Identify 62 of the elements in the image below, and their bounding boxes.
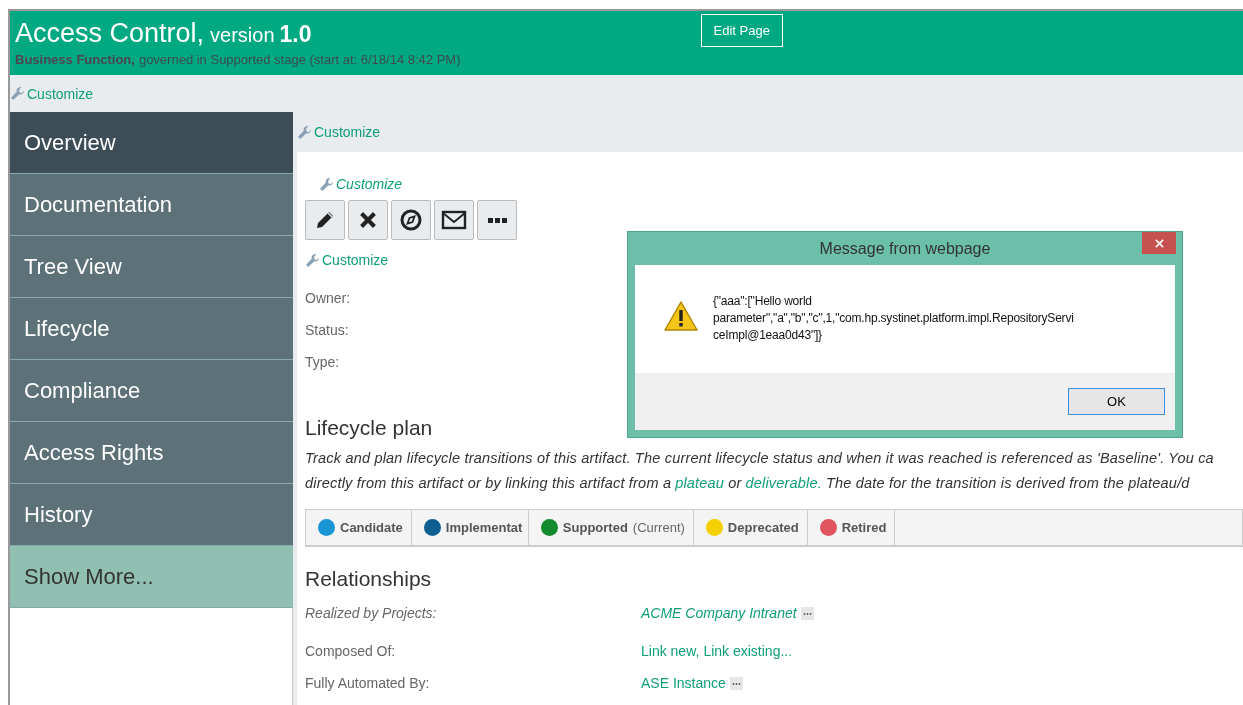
version-label: version [210, 24, 275, 46]
description-text: The date for the transition is derived from the plateau/d [826, 475, 1190, 491]
wrench-icon [305, 252, 320, 268]
stage-info: governed in Supported stage (start at: 6/18/14 8:42 PM) [138, 52, 461, 67]
more-button[interactable] [477, 200, 517, 240]
stage-note: (Current) [632, 520, 685, 535]
page-title: Access Control, [15, 18, 205, 48]
warning-icon [663, 300, 699, 332]
more-icon[interactable] [800, 606, 814, 620]
artifact-type: Business Function, [15, 52, 135, 67]
ok-button[interactable]: OK [1068, 388, 1165, 415]
stage-label: Candidate [340, 520, 403, 535]
more-icon[interactable] [729, 676, 743, 690]
version-number: 1.0 [279, 21, 312, 47]
field-label: Type: [305, 354, 340, 370]
sidebar-item[interactable]: Overview [10, 112, 293, 174]
stage-label: Implementat [445, 520, 523, 535]
deliverable-link[interactable]: deliverable. [745, 475, 822, 491]
email-button[interactable] [434, 200, 474, 240]
description-text: directly from this artifact or by linking this artifact from a [305, 475, 672, 491]
section-heading: Lifecycle plan [305, 416, 434, 440]
relationship-link[interactable]: ASE Instance [641, 675, 726, 691]
stage-label: Deprecated [727, 520, 799, 535]
wrench-icon [10, 86, 25, 101]
wrench-icon [297, 124, 312, 140]
close-button[interactable] [1142, 232, 1176, 254]
wrench-icon [319, 176, 334, 192]
sidebar-item[interactable]: History [10, 484, 293, 546]
sidebar-item[interactable]: Access Rights [10, 422, 293, 484]
dots-icon [487, 217, 507, 223]
customize-link[interactable]: Customize [336, 176, 403, 192]
customize-link[interactable]: Customize [314, 124, 381, 140]
compass-button[interactable] [391, 200, 431, 240]
sidebar-item[interactable]: Show More... [10, 546, 293, 608]
description-line: Track and plan lifecycle transitions of this artifact. The current lifecycle status and when it was reached is referenced as 'Baseline'. You ca [305, 450, 1215, 466]
dialog-message: {"aaa":["Hello world parameter","a","b","c",1,"com.hp.systinet.platform.impl.RepositoryServi ceImpl@1eaa0d43"]} [713, 293, 1074, 344]
description-text: or [728, 475, 742, 491]
envelope-icon [441, 208, 467, 232]
edit-page-button[interactable]: Edit Page [700, 14, 783, 47]
close-icon [1154, 238, 1164, 248]
sidebar-item[interactable]: Lifecycle [10, 298, 293, 360]
stage-label: Supported [562, 520, 628, 535]
sidebar-item[interactable]: Tree View [10, 236, 293, 298]
relationship-label: Realized by Projects: [305, 605, 438, 621]
stage-label: Retired [841, 520, 887, 535]
relationship-link[interactable]: ACME Company Intranet [641, 605, 797, 621]
relationship-label: Composed Of: [305, 643, 397, 659]
plateau-link[interactable]: plateau [675, 475, 725, 491]
compass-icon [399, 208, 423, 232]
dialog-title: Message from webpage [819, 239, 991, 258]
sidebar-item[interactable]: Compliance [10, 360, 293, 422]
sidebar-item[interactable]: Documentation [10, 174, 293, 236]
field-label: Status: [305, 322, 349, 338]
section-heading: Relationships [305, 567, 433, 591]
field-label: Owner: [305, 290, 351, 306]
relationship-link[interactable]: Link existing... [703, 643, 793, 659]
delete-button[interactable] [348, 200, 388, 240]
customize-link[interactable]: Customize [27, 85, 94, 102]
relationship-link[interactable]: Link new, [641, 643, 700, 659]
edit-button[interactable] [305, 200, 345, 240]
relationship-label: Fully Automated By: [305, 675, 431, 691]
customize-link[interactable]: Customize [322, 252, 389, 268]
